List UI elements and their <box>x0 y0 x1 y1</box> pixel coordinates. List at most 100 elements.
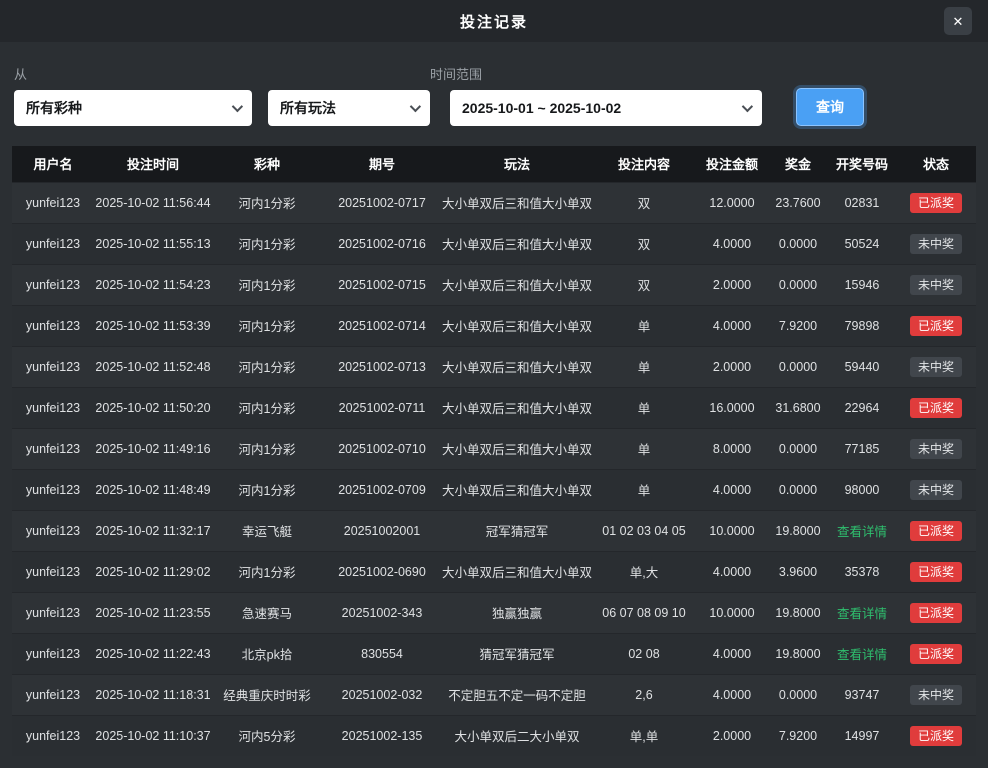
issue-number-cell: 830554 <box>322 633 442 674</box>
query-button[interactable]: 查询 <box>796 88 864 126</box>
column-header: 期号 <box>322 146 442 182</box>
status-cell: 未中奖 <box>896 346 976 387</box>
username-cell: yunfei123 <box>12 223 94 264</box>
status-badge: 未中奖 <box>910 439 962 459</box>
status-badge: 已派奖 <box>910 726 962 746</box>
username-cell: yunfei123 <box>12 674 94 715</box>
bet-content-cell: 单,大 <box>592 551 696 592</box>
column-header: 投注内容 <box>592 146 696 182</box>
table-row: yunfei1232025-10-02 11:18:31经典重庆时时彩20251… <box>12 674 976 715</box>
issue-number-cell: 20251002-135 <box>322 715 442 756</box>
time-range-filter-group: 时间范围 2025-10-01 ~ 2025-10-02 <box>430 64 762 126</box>
status-badge: 未中奖 <box>910 685 962 705</box>
bet-time-cell: 2025-10-02 11:32:17 <box>94 510 212 551</box>
play-method-cell: 冠军猜冠军 <box>442 510 592 551</box>
status-badge: 已派奖 <box>910 193 962 213</box>
bet-time-cell: 2025-10-02 11:56:44 <box>94 182 212 223</box>
username-cell: yunfei123 <box>12 387 94 428</box>
table-row: yunfei1232025-10-02 11:22:43北京pk拾830554猜… <box>12 633 976 674</box>
bet-content-cell: 01 02 03 04 05 <box>592 510 696 551</box>
status-cell: 已派奖 <box>896 592 976 633</box>
table-row: yunfei1232025-10-02 11:53:39河内1分彩2025100… <box>12 305 976 346</box>
status-cell: 未中奖 <box>896 264 976 305</box>
prize-cell: 0.0000 <box>768 469 828 510</box>
column-header: 状态 <box>896 146 976 182</box>
table-row: yunfei1232025-10-02 11:48:49河内1分彩2025100… <box>12 469 976 510</box>
table-header-row: 用户名投注时间彩种期号玩法投注内容投注金额奖金开奖号码状态 <box>12 146 976 182</box>
lottery-type-filter-group: 从 所有彩种 <box>14 64 252 126</box>
status-badge: 未中奖 <box>910 275 962 295</box>
view-details-link[interactable]: 查看详情 <box>837 525 887 539</box>
bet-amount-cell: 10.0000 <box>696 510 768 551</box>
play-method-cell: 大小单双后三和值大小单双 <box>442 305 592 346</box>
play-method-select[interactable]: 所有玩法 <box>268 90 430 126</box>
status-badge: 已派奖 <box>910 316 962 336</box>
bet-records-modal: 投注记录 ✕ 从 所有彩种 所有玩法 时间范围 2025-10-01 ~ 202… <box>0 0 988 756</box>
winning-numbers-cell: 02831 <box>828 182 896 223</box>
issue-number-cell: 20251002-343 <box>322 592 442 633</box>
table-row: yunfei1232025-10-02 11:50:20河内1分彩2025100… <box>12 387 976 428</box>
lottery-type-select[interactable]: 所有彩种 <box>14 90 252 126</box>
prize-cell: 0.0000 <box>768 223 828 264</box>
bet-time-cell: 2025-10-02 11:10:37 <box>94 715 212 756</box>
column-header: 用户名 <box>12 146 94 182</box>
bet-time-cell: 2025-10-02 11:48:49 <box>94 469 212 510</box>
lottery-type-cell: 河内1分彩 <box>212 346 322 387</box>
table-row: yunfei1232025-10-02 11:10:37河内5分彩2025100… <box>12 715 976 756</box>
close-button[interactable]: ✕ <box>944 7 972 35</box>
table-row: yunfei1232025-10-02 11:55:13河内1分彩2025100… <box>12 223 976 264</box>
status-cell: 已派奖 <box>896 715 976 756</box>
chevron-down-icon <box>742 101 753 112</box>
table-row: yunfei1232025-10-02 11:49:16河内1分彩2025100… <box>12 428 976 469</box>
table-row: yunfei1232025-10-02 11:32:17幸运飞艇20251002… <box>12 510 976 551</box>
column-header: 投注金额 <box>696 146 768 182</box>
bet-time-cell: 2025-10-02 11:18:31 <box>94 674 212 715</box>
status-cell: 未中奖 <box>896 223 976 264</box>
prize-cell: 0.0000 <box>768 264 828 305</box>
prize-cell: 0.0000 <box>768 346 828 387</box>
bet-time-cell: 2025-10-02 11:55:13 <box>94 223 212 264</box>
view-details-link[interactable]: 查看详情 <box>837 607 887 621</box>
date-range-select[interactable]: 2025-10-01 ~ 2025-10-02 <box>450 90 762 126</box>
status-cell: 已派奖 <box>896 633 976 674</box>
status-badge: 已派奖 <box>910 398 962 418</box>
table-row: yunfei1232025-10-02 11:29:02河内1分彩2025100… <box>12 551 976 592</box>
bet-amount-cell: 10.0000 <box>696 592 768 633</box>
prize-cell: 7.9200 <box>768 305 828 346</box>
close-icon: ✕ <box>953 15 964 28</box>
prize-cell: 0.0000 <box>768 428 828 469</box>
table-row: yunfei1232025-10-02 11:52:48河内1分彩2025100… <box>12 346 976 387</box>
lottery-type-cell: 河内1分彩 <box>212 264 322 305</box>
bet-content-cell: 双 <box>592 182 696 223</box>
play-method-cell: 大小单双后三和值大小单双 <box>442 469 592 510</box>
status-badge: 已派奖 <box>910 603 962 623</box>
play-method-cell: 大小单双后三和值大小单双 <box>442 223 592 264</box>
issue-number-cell: 20251002-0714 <box>322 305 442 346</box>
lottery-type-cell: 幸运飞艇 <box>212 510 322 551</box>
play-method-cell: 大小单双后二大小单双 <box>442 715 592 756</box>
username-cell: yunfei123 <box>12 633 94 674</box>
bet-amount-cell: 12.0000 <box>696 182 768 223</box>
bet-amount-cell: 8.0000 <box>696 428 768 469</box>
play-method-cell: 猜冠军猜冠军 <box>442 633 592 674</box>
username-cell: yunfei123 <box>12 305 94 346</box>
winning-numbers-cell: 14997 <box>828 715 896 756</box>
bet-content-cell: 双 <box>592 223 696 264</box>
lottery-type-cell: 河内1分彩 <box>212 551 322 592</box>
bet-content-cell: 单 <box>592 469 696 510</box>
status-badge: 已派奖 <box>910 562 962 582</box>
play-method-filter-group: 所有玩法 <box>252 90 430 126</box>
prize-cell: 19.8000 <box>768 633 828 674</box>
lottery-type-cell: 河内1分彩 <box>212 223 322 264</box>
view-details-link[interactable]: 查看详情 <box>837 648 887 662</box>
bet-time-cell: 2025-10-02 11:23:55 <box>94 592 212 633</box>
status-cell: 未中奖 <box>896 469 976 510</box>
prize-cell: 7.9200 <box>768 715 828 756</box>
records-table-container: 用户名投注时间彩种期号玩法投注内容投注金额奖金开奖号码状态 yunfei1232… <box>12 146 976 756</box>
chevron-down-icon <box>232 101 243 112</box>
issue-number-cell: 20251002-0690 <box>322 551 442 592</box>
bet-amount-cell: 4.0000 <box>696 469 768 510</box>
username-cell: yunfei123 <box>12 510 94 551</box>
status-cell: 已派奖 <box>896 182 976 223</box>
bet-amount-cell: 2.0000 <box>696 346 768 387</box>
